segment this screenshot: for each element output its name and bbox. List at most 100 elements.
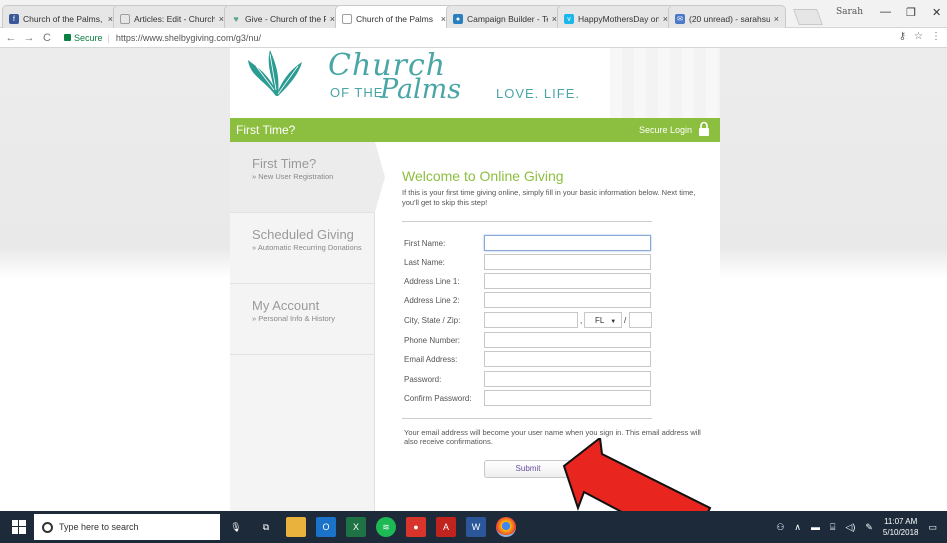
clock[interactable]: 11:07 AM 5/10/2018 xyxy=(883,516,919,538)
search-placeholder: Type here to search xyxy=(59,522,139,532)
lock-icon xyxy=(64,34,71,41)
browser-tab[interactable]: ♥ Give - Church of the Pa × xyxy=(224,5,342,28)
browser-tab[interactable]: Articles: Edit - Church C × xyxy=(113,5,231,28)
sidebar: First Time? » New User Registration Sche… xyxy=(230,142,385,511)
site-header: Church OF THE Palms LOVE. LIFE. xyxy=(230,48,720,118)
sidebar-item-subtitle: » Automatic Recurring Donations xyxy=(252,243,362,252)
tab-title: Articles: Edit - Church C xyxy=(134,14,215,24)
reload-icon[interactable]: C xyxy=(40,32,54,44)
heart-icon: ♥ xyxy=(233,14,239,24)
chevron-up-icon[interactable]: ∧ xyxy=(794,522,801,533)
phone-field[interactable] xyxy=(484,332,651,348)
menu-icon[interactable]: ⋮ xyxy=(931,31,941,42)
new-tab-button[interactable] xyxy=(793,9,823,25)
forward-icon[interactable]: → xyxy=(22,32,36,44)
chrome-icon[interactable] xyxy=(496,517,516,537)
browser-tab[interactable]: ● Campaign Builder - Tex × xyxy=(446,5,564,28)
taskbar-search[interactable]: Type here to search xyxy=(34,514,220,540)
file-explorer-icon[interactable] xyxy=(286,517,306,537)
city-field[interactable] xyxy=(484,312,578,328)
address2-label: Address Line 2: xyxy=(404,296,460,305)
tab-title: Campaign Builder - Tex xyxy=(467,14,548,24)
url-divider: | xyxy=(107,32,110,43)
taskbar: Type here to search 🎙 ⧉ O X ≋ ● A W ⚇ ∧ … xyxy=(0,511,947,543)
zip-field[interactable] xyxy=(629,312,652,328)
address1-field[interactable] xyxy=(484,273,651,289)
close-icon[interactable]: × xyxy=(774,14,779,24)
back-icon[interactable]: ← xyxy=(4,32,18,44)
acrobat-icon[interactable]: A xyxy=(436,517,456,537)
sidebar-item-title: Scheduled Giving xyxy=(252,227,354,242)
secure-login-link[interactable]: Secure Login xyxy=(639,125,692,135)
mail-icon: ✉ xyxy=(675,14,685,24)
close-window-icon[interactable]: ✕ xyxy=(932,6,941,19)
minimize-icon[interactable]: — xyxy=(880,6,891,18)
windows-start-icon[interactable] xyxy=(12,520,26,534)
address2-row: Address Line 2: xyxy=(404,292,704,310)
secure-label: Secure xyxy=(74,32,103,43)
browser-tab[interactable]: f Church of the Palms, Sa × xyxy=(2,5,120,28)
network-icon[interactable]: ⌸ xyxy=(830,522,835,533)
palm-leaf-icon xyxy=(248,50,302,96)
microphone-icon[interactable]: 🎙 xyxy=(226,517,246,537)
annotation-arrow xyxy=(562,438,712,511)
media-app-icon[interactable]: ● xyxy=(406,517,426,537)
sidebar-item-title: First Time? xyxy=(252,156,317,171)
last-name-row: Last Name: xyxy=(404,254,704,272)
phone-row: Phone Number: xyxy=(404,332,704,350)
secure-indicator[interactable]: Secure xyxy=(64,33,103,43)
spotify-icon[interactable]: ≋ xyxy=(376,517,396,537)
sidebar-item-my-account[interactable]: My Account » Personal Info & History xyxy=(230,284,375,354)
email-row: Email Address: xyxy=(404,351,704,369)
sidebar-item-scheduled-giving[interactable]: Scheduled Giving » Automatic Recurring D… xyxy=(230,213,375,283)
pen-icon[interactable]: ✎ xyxy=(865,522,873,533)
excel-icon[interactable]: X xyxy=(346,517,366,537)
address-bar-url[interactable]: https://www.shelbygiving.com/g3/nu/ xyxy=(116,33,261,43)
facebook-icon: f xyxy=(9,14,19,24)
profile-name[interactable]: Sarah xyxy=(836,7,863,17)
volume-icon[interactable]: ◁) xyxy=(845,522,855,533)
email-label: Email Address: xyxy=(404,355,458,364)
confirm-password-row: Confirm Password: xyxy=(404,390,704,408)
sidebar-item-subtitle: » Personal Info & History xyxy=(252,314,335,323)
task-view-icon[interactable]: ⧉ xyxy=(256,517,276,537)
divider xyxy=(230,354,375,355)
taskbar-apps: 🎙 ⧉ O X ≋ ● A W xyxy=(226,517,516,537)
first-name-row: First Name: xyxy=(404,235,704,253)
padlock-icon[interactable] xyxy=(698,121,710,137)
people-icon[interactable]: ⚇ xyxy=(776,522,784,533)
state-select[interactable]: FL ▼ xyxy=(584,312,622,328)
vimeo-icon: v xyxy=(564,14,574,24)
browser-tab[interactable]: ✉ (20 unread) - sarahsuto × xyxy=(668,5,786,28)
sidebar-item-first-time[interactable]: First Time? » New User Registration xyxy=(230,142,385,212)
confirm-password-field[interactable] xyxy=(484,390,651,406)
sidebar-item-subtitle: » New User Registration xyxy=(252,172,334,181)
email-field[interactable] xyxy=(484,351,651,367)
sidebar-item-title: My Account xyxy=(252,298,320,313)
last-name-field[interactable] xyxy=(484,254,651,270)
submit-button[interactable]: Submit xyxy=(484,460,572,478)
restore-icon[interactable]: ❐ xyxy=(906,6,916,19)
notifications-icon[interactable]: ▭ xyxy=(928,522,937,533)
outlook-icon[interactable]: O xyxy=(316,517,336,537)
active-pointer xyxy=(375,142,385,212)
word-icon[interactable]: W xyxy=(466,517,486,537)
password-field[interactable] xyxy=(484,371,651,387)
clock-time: 11:07 AM xyxy=(884,517,918,526)
tab-title: (20 unread) - sarahsuto xyxy=(689,14,770,24)
star-icon[interactable]: ☆ xyxy=(914,31,923,42)
browser-tab[interactable]: v HappyMothersDay on × xyxy=(557,5,675,28)
form-heading: Welcome to Online Giving xyxy=(402,168,564,184)
state-value: FL xyxy=(595,316,605,325)
address1-label: Address Line 1: xyxy=(404,277,460,286)
city-state-zip-row: City, State / Zip: , FL ▼ / xyxy=(404,312,704,330)
first-name-field[interactable] xyxy=(484,235,651,251)
address1-row: Address Line 1: xyxy=(404,273,704,291)
browser-tab-active[interactable]: Church of the Palms × xyxy=(335,5,453,28)
address2-field[interactable] xyxy=(484,292,651,308)
cortana-icon xyxy=(42,521,53,533)
key-icon[interactable]: ⚷ xyxy=(899,31,906,42)
logo-tagline: LOVE. LIFE. xyxy=(496,86,580,101)
page-background: Church OF THE Palms LOVE. LIFE. First Ti… xyxy=(0,48,947,511)
battery-icon[interactable]: ▬ xyxy=(811,522,820,532)
